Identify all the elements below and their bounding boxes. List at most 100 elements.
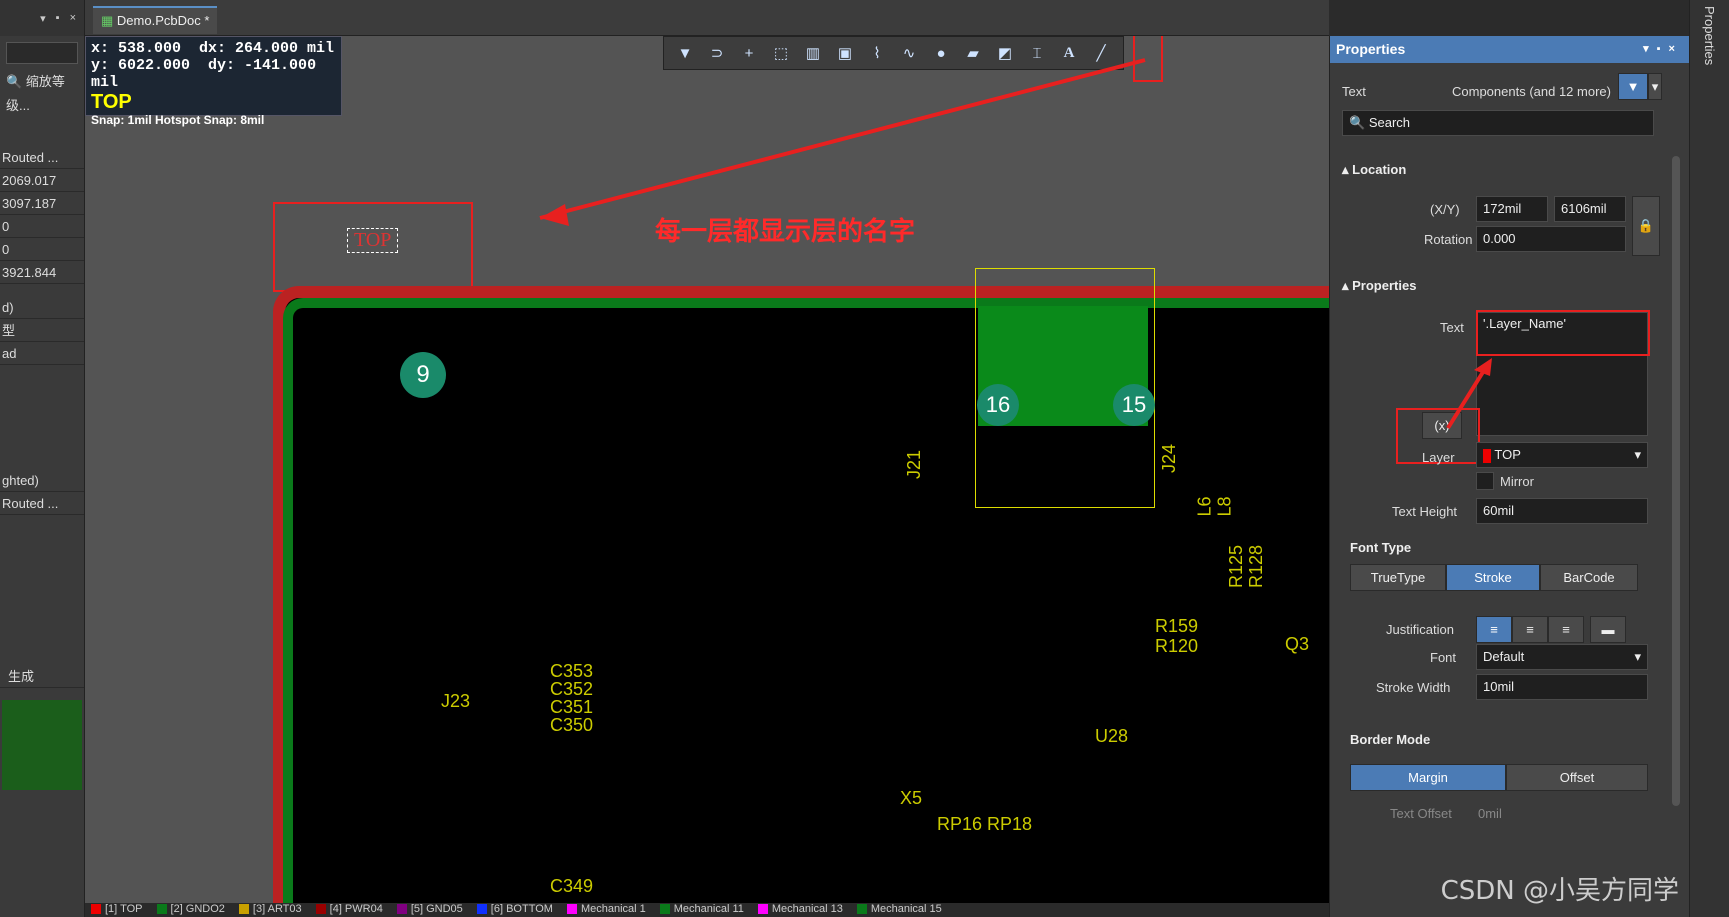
layer-tab-label: [3] ART03 <box>252 903 302 915</box>
justification-label: Justification <box>1386 622 1454 637</box>
close-icon[interactable]: × <box>70 12 76 24</box>
layer-color-swatch <box>566 904 577 915</box>
stroke-width-field[interactable]: 10mil <box>1476 674 1648 700</box>
pcb-canvas[interactable]: x: 538.000 dx: 264.000 mil y: 6022.000 d… <box>85 36 1329 903</box>
text-height-field[interactable]: 60mil <box>1476 498 1648 524</box>
layer-tab[interactable]: [3] ART03 <box>238 903 302 917</box>
selection-filter-text: Components (and 12 more) <box>1452 84 1611 99</box>
layer-tab[interactable]: [6] BOTTOM <box>476 903 553 917</box>
text-field-label: Text <box>1440 320 1464 335</box>
location-section[interactable]: ▴ Location <box>1342 162 1406 178</box>
highlight-text-field <box>1476 310 1650 356</box>
text-offset-label: Text Offset <box>1390 806 1452 821</box>
marker-label: 9 <box>400 352 446 398</box>
layer-tabs: [1] TOP [2] GNDO2 [3] ART03 [4] PWR04 [5] GN… <box>85 903 1329 917</box>
layer-tab[interactable]: Mechanical 11 <box>659 903 744 917</box>
zoom-level-button[interactable]: 🔍 缩放等级... <box>0 70 84 113</box>
filter-dropdown[interactable]: ▾ <box>1648 73 1662 100</box>
layer-select[interactable]: TOP ▾ <box>1476 442 1648 468</box>
mirror-label: Mirror <box>1500 474 1534 489</box>
font-type-truetype[interactable]: TrueType <box>1350 564 1446 591</box>
designator: Q3 <box>1285 634 1310 654</box>
layer-color-swatch <box>476 904 487 915</box>
list-item: 0 <box>0 238 84 261</box>
properties-section[interactable]: ▴ Properties <box>1342 278 1416 294</box>
side-panel-tabs: Properties <box>1689 0 1729 917</box>
board-thumbnail <box>2 700 82 790</box>
layer-color-swatch <box>856 904 867 915</box>
layer-tab[interactable]: Mechanical 15 <box>856 903 942 917</box>
left-panel: ▾ ▪ × 🔍 缩放等级... Routed ... 2069.017 3097… <box>0 0 85 917</box>
justify-right-icon[interactable]: ≡ <box>1548 616 1584 643</box>
border-mode-margin[interactable]: Margin <box>1350 764 1506 791</box>
designator: R125 <box>1226 544 1247 589</box>
list-item: 型 <box>0 319 84 342</box>
rotation-label: Rotation <box>1424 232 1473 247</box>
annotation-arrow-2 <box>1446 358 1492 430</box>
layer-tab[interactable]: [1] TOP <box>91 903 143 917</box>
layer-color-swatch <box>315 904 326 915</box>
pin-icon[interactable]: ▪ <box>56 12 60 24</box>
list-item[interactable]: Routed ... <box>0 146 84 169</box>
object-type-label: Text <box>1342 84 1366 99</box>
font-select[interactable]: Default ▾ <box>1476 644 1648 670</box>
layer-tab-label: [4] PWR04 <box>329 903 383 915</box>
designator: R159 <box>1155 616 1199 636</box>
justify-left-icon[interactable]: ≡ <box>1476 616 1512 643</box>
x-field[interactable]: 172mil <box>1476 196 1548 222</box>
layer-tab[interactable]: Mechanical 13 <box>757 903 843 917</box>
y-field[interactable]: 6106mil <box>1554 196 1626 222</box>
stroke-width-label: Stroke Width <box>1376 680 1451 695</box>
layer-tab[interactable]: [4] PWR04 <box>315 903 383 917</box>
font-type-barcode[interactable]: BarCode <box>1540 564 1638 591</box>
mirror-checkbox[interactable] <box>1476 472 1494 490</box>
properties-panel: Properties ▾▪× Text Components (and 12 mo… <box>1329 36 1689 917</box>
justify-vertical-icon[interactable]: ▬ <box>1590 616 1626 643</box>
search-input[interactable]: 🔍 Search <box>1342 110 1654 136</box>
border-mode-offset[interactable]: Offset <box>1506 764 1648 791</box>
designator: C349 <box>550 876 594 896</box>
xy-label: (X/Y) <box>1430 202 1460 217</box>
layer-color-swatch <box>659 904 670 915</box>
left-dropdown[interactable] <box>6 42 78 64</box>
layer-name-text[interactable]: TOP <box>347 228 399 253</box>
list-item: d) <box>0 296 84 319</box>
layer-color-swatch <box>156 904 167 915</box>
layer-tab-label: Mechanical 13 <box>771 903 843 915</box>
list-item[interactable]: Routed ... <box>0 492 84 515</box>
designator: J23 <box>441 691 471 711</box>
font-type-stroke[interactable]: Stroke <box>1446 564 1540 591</box>
rotation-field[interactable]: 0.000 <box>1476 226 1626 252</box>
list-item: ghted) <box>0 469 84 492</box>
layer-tab[interactable]: Mechanical 1 <box>566 903 646 917</box>
chevron-down-icon: ▾ <box>1634 447 1641 462</box>
lock-icon[interactable]: 🔒 <box>1632 196 1660 256</box>
marker-label: 16 <box>977 384 1019 426</box>
designator: RP16 RP18 <box>937 814 1033 834</box>
generate-button[interactable]: 生成 <box>0 665 84 688</box>
filter-button[interactable]: ▼ <box>1618 73 1648 100</box>
designator: C350 <box>550 715 594 735</box>
designator: R128 <box>1246 544 1267 589</box>
designator: R120 <box>1155 636 1199 656</box>
layer-tab[interactable]: [2] GNDO2 <box>156 903 225 917</box>
layer-color-swatch <box>757 904 768 915</box>
layer-tab-label: [2] GNDO2 <box>170 903 225 915</box>
layer-tab-label: [6] BOTTOM <box>490 903 553 915</box>
layer-color-swatch <box>1483 448 1491 463</box>
layer-tab[interactable]: [5] GND05 <box>396 903 463 917</box>
annotation-arrow <box>539 58 1146 220</box>
watermark: CSDN @小吴方同学 <box>1440 876 1679 906</box>
designator: J21 <box>904 449 925 480</box>
tab-properties[interactable]: Properties <box>1702 6 1717 65</box>
font-label: Font <box>1430 650 1457 665</box>
tab-demo-pcbdoc[interactable]: ▦ Demo.PcbDoc * <box>93 6 218 34</box>
dropdown-icon[interactable]: ▾ <box>40 12 46 25</box>
list-item: 3921.844 <box>0 261 84 284</box>
designator: U28 <box>1095 726 1129 746</box>
list-item: 3097.187 <box>0 192 84 215</box>
annotation-text: 每一层都显示层的名字 <box>655 217 916 247</box>
panel-controls[interactable]: ▾▪× <box>1643 36 1683 63</box>
justify-center-icon[interactable]: ≡ <box>1512 616 1548 643</box>
properties-scrollbar[interactable] <box>1672 156 1680 806</box>
